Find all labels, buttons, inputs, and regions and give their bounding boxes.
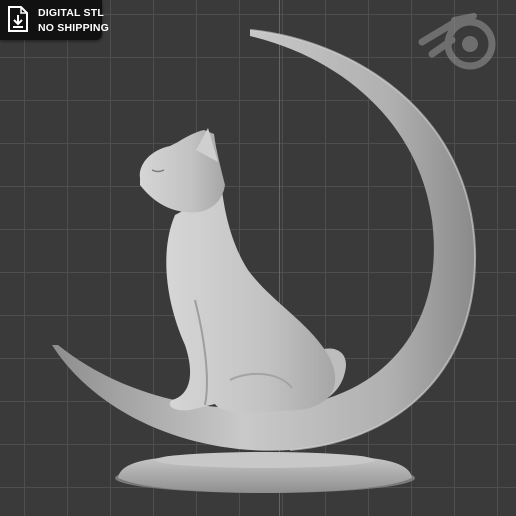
3d-viewport[interactable]: DIGITAL STL NO SHIPPING [0, 0, 516, 516]
cat-on-moon-model [52, 29, 477, 493]
badge-title: DIGITAL STL [38, 7, 104, 19]
download-file-icon [8, 6, 28, 32]
badge-subtitle: NO SHIPPING [38, 22, 110, 34]
digital-stl-badge: DIGITAL STL NO SHIPPING [0, 0, 109, 40]
model-base [115, 452, 415, 493]
cat-figure [139, 128, 346, 413]
blender-logo-icon [418, 13, 496, 70]
